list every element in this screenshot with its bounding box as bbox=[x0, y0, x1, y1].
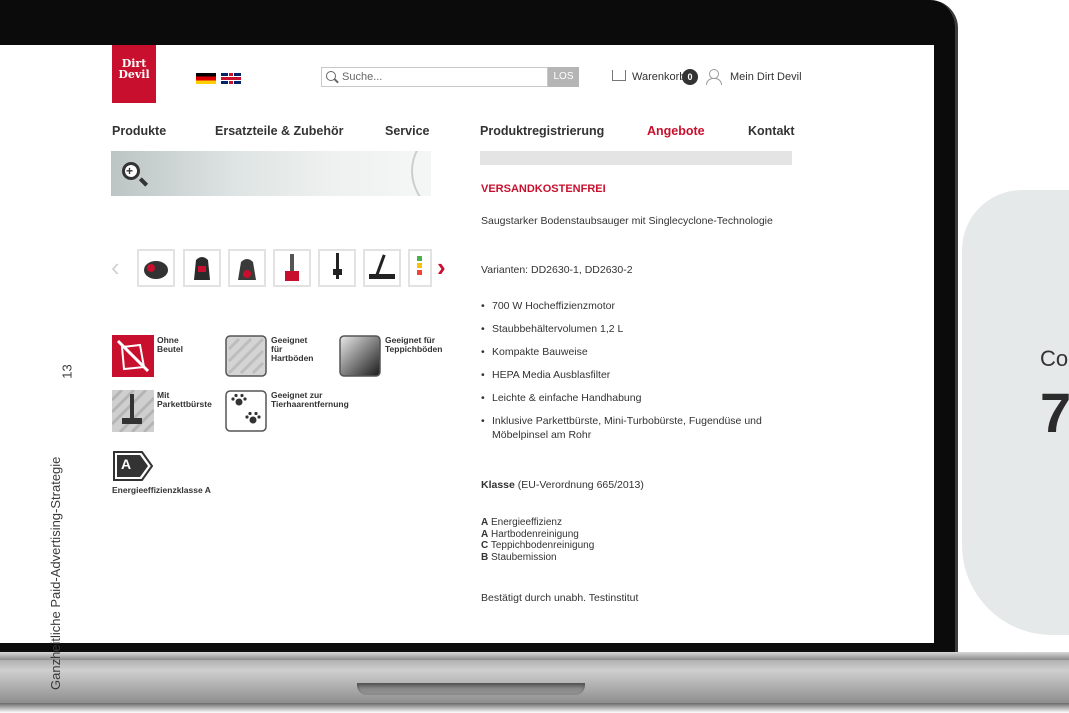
search-button[interactable]: LOS bbox=[548, 67, 579, 87]
blob-label: Co bbox=[1040, 346, 1069, 371]
hard-floor-icon bbox=[225, 335, 267, 377]
promo-label: VERSANDKOSTENFREI bbox=[481, 183, 606, 195]
hard-floor-label: Geeignet für Hartböden bbox=[271, 335, 314, 363]
feature-item: Kompakte Bauweise bbox=[481, 346, 791, 360]
feature-item: 700 W Hocheffizienzmotor bbox=[481, 300, 791, 314]
nav-ersatzteile[interactable]: Ersatzteile & Zubehör bbox=[215, 124, 344, 138]
feature-item: Staubbehältervolumen 1,2 L bbox=[481, 323, 791, 337]
nav-service[interactable]: Service bbox=[385, 124, 429, 138]
logo-text: Dirt Devil bbox=[118, 57, 150, 81]
product-thumbnail[interactable] bbox=[183, 249, 221, 287]
carpet-label: Geeignet für Teppichböden bbox=[385, 335, 443, 354]
energy-label: Hartbodenreinigung bbox=[491, 528, 579, 540]
uk-flag-icon[interactable] bbox=[221, 73, 241, 84]
nav-angebote[interactable]: Angebote bbox=[647, 124, 705, 138]
pet-hair-label: Geeignet zur Tierhaarentfernung bbox=[271, 390, 349, 409]
product-thumbnail[interactable] bbox=[318, 249, 356, 287]
product-tagline: Saugstarker Bodenstaubsauger mit Singlec… bbox=[481, 215, 773, 227]
nav-kontakt[interactable]: Kontakt bbox=[748, 124, 795, 138]
dirt-devil-logo[interactable]: Dirt Devil bbox=[112, 45, 156, 103]
thumbnail-prev-arrow-icon[interactable]: ‹ bbox=[111, 252, 120, 283]
energy-label: Energieeffizienz bbox=[491, 517, 562, 528]
energy-class-label: Energieeffizienzklasse A bbox=[112, 485, 211, 495]
energy-label: Teppichbodenreinigung bbox=[490, 540, 595, 551]
energy-class-letter: A bbox=[121, 456, 132, 472]
energy-row: A Hartbodenreinigung bbox=[481, 529, 594, 541]
energy-label: Staubemission bbox=[491, 551, 557, 563]
certification-note: Bestätigt durch unabh. Testinstitut bbox=[481, 592, 639, 604]
product-thumbnail[interactable] bbox=[137, 249, 175, 287]
user-icon[interactable] bbox=[706, 69, 722, 85]
cart-label[interactable]: Warenkorb bbox=[632, 71, 685, 83]
cart-icon[interactable] bbox=[612, 70, 626, 81]
zoom-plus-icon: + bbox=[126, 164, 134, 178]
search-input[interactable]: Suche... bbox=[321, 67, 548, 87]
nav-produkte[interactable]: Produkte bbox=[112, 124, 166, 138]
product-title-bar bbox=[480, 151, 792, 165]
parquet-brush-label: Mit Parkettbürste bbox=[157, 390, 212, 409]
feature-item: Leichte & einfache Handhabung bbox=[481, 392, 791, 406]
nav-produktregistrierung[interactable]: Produktregistrierung bbox=[480, 124, 604, 138]
no-bag-icon bbox=[112, 335, 154, 377]
carpet-icon bbox=[339, 335, 381, 377]
energy-class-heading: Klasse (EU-Verordnung 665/2013) bbox=[481, 479, 644, 491]
feature-list: 700 W Hocheffizienzmotor Staubbehältervo… bbox=[481, 300, 791, 452]
product-image[interactable] bbox=[111, 151, 431, 196]
feature-item: Inklusive Parkettbürste, Mini-Turbobürst… bbox=[481, 415, 791, 442]
energy-ratings: A Energieeffizienz A Hartbodenreinigung … bbox=[481, 517, 594, 563]
energy-row: A Energieeffizienz bbox=[481, 517, 594, 529]
laptop-screen: Dirt Devil Suche... LOS Warenkorb 0 Mein… bbox=[0, 45, 934, 643]
feature-item: HEPA Media Ausblasfilter bbox=[481, 369, 791, 383]
energy-class-icon bbox=[113, 451, 154, 481]
energy-grade: A bbox=[481, 528, 489, 540]
energy-row: B Staubemission bbox=[481, 552, 594, 564]
parquet-brush-icon bbox=[112, 390, 154, 432]
energy-row: C Teppichbodenreinigung bbox=[481, 540, 594, 552]
running-title: Ganzheitliche Paid-Advertising-Strategie bbox=[48, 456, 63, 690]
product-thumbnail[interactable] bbox=[363, 249, 401, 287]
page-number: 13 bbox=[59, 364, 75, 379]
thumbnail-next-arrow-icon[interactable]: › bbox=[437, 252, 446, 283]
energy-grade: A bbox=[481, 517, 489, 528]
laptop-shadow bbox=[0, 703, 1069, 713]
energy-grade: B bbox=[481, 551, 489, 563]
klasse-label: Klasse bbox=[481, 479, 515, 491]
energy-grade: C bbox=[481, 540, 489, 551]
account-link[interactable]: Mein Dirt Devil bbox=[730, 71, 802, 83]
klasse-regulation: (EU-Verordnung 665/2013) bbox=[514, 479, 644, 491]
laptop-notch bbox=[357, 683, 585, 695]
product-variants: Varianten: DD2630-1, DD2630-2 bbox=[481, 264, 633, 276]
german-flag-icon[interactable] bbox=[196, 73, 216, 84]
pet-hair-icon bbox=[225, 390, 267, 432]
search-icon bbox=[326, 71, 336, 81]
product-thumbnail[interactable] bbox=[228, 249, 266, 287]
no-bag-label: Ohne Beutel bbox=[157, 335, 183, 354]
product-image-detail bbox=[411, 151, 431, 196]
laptop-base-rim bbox=[0, 652, 1069, 660]
product-thumbnail[interactable] bbox=[408, 249, 432, 287]
blob-number: 7 bbox=[1040, 381, 1069, 444]
product-thumbnail[interactable] bbox=[273, 249, 311, 287]
slide: Co 7 Dirt Devil Suche... LOS Warenkorb 0… bbox=[0, 0, 1069, 713]
cart-count-badge: 0 bbox=[682, 69, 698, 85]
